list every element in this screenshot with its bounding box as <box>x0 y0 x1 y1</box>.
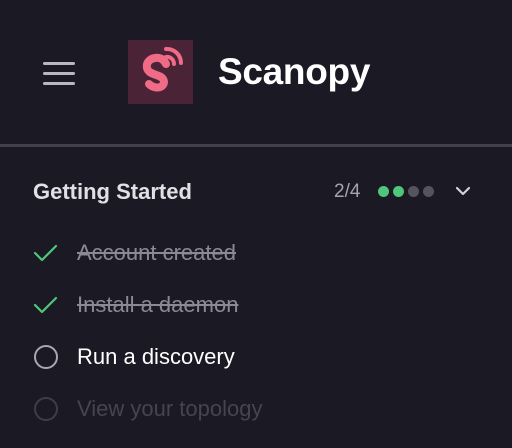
task-label: Run a discovery <box>77 344 235 369</box>
task-install-daemon[interactable]: Install a daemon <box>0 285 512 325</box>
task-account-created[interactable]: Account created <box>0 233 512 273</box>
task-label: View your topology <box>77 396 263 421</box>
task-label: Account created <box>77 240 236 265</box>
chevron-down-icon[interactable] <box>454 184 472 198</box>
progress-count: 2/4 <box>334 181 361 202</box>
hamburger-menu-icon[interactable] <box>40 56 80 90</box>
progress-dot <box>378 186 389 197</box>
circle-icon <box>32 345 60 369</box>
check-icon <box>32 293 60 317</box>
progress-dot <box>423 186 434 197</box>
app-name: Scanopy <box>218 51 371 92</box>
task-label: Install a daemon <box>77 292 239 317</box>
getting-started-header[interactable]: Getting Started 2/4 <box>0 168 512 216</box>
header-divider <box>0 144 512 147</box>
progress-dot <box>393 186 404 197</box>
scanopy-logo-icon <box>128 40 193 104</box>
check-icon <box>32 241 60 265</box>
progress-dot <box>408 186 419 197</box>
getting-started-title: Getting Started <box>33 179 192 204</box>
task-view-topology[interactable]: View your topology <box>0 389 512 429</box>
app-header: Scanopy <box>0 0 512 144</box>
task-run-discovery[interactable]: Run a discovery <box>0 337 512 377</box>
circle-icon <box>32 397 60 421</box>
